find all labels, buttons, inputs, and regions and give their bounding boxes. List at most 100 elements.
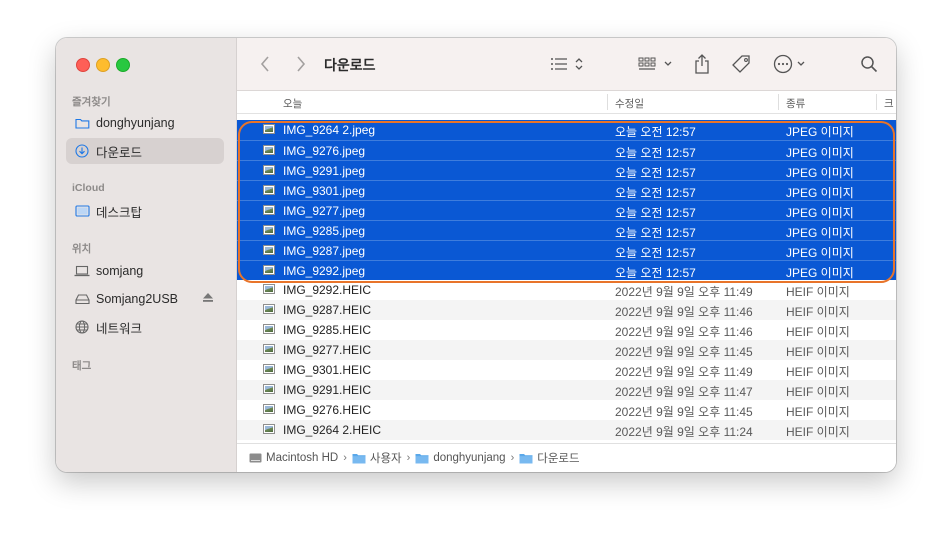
file-row[interactable]: IMG_9291.HEIC 2022년 9월 9일 오후 11:47 HEIF 이미… bbox=[237, 380, 896, 400]
chevron-right-icon: › bbox=[510, 452, 515, 464]
sidebar-item-downloads[interactable]: 다운로드 bbox=[66, 138, 224, 164]
file-date: 2022년 9월 9일 오후 11:45 bbox=[615, 405, 753, 419]
file-name: IMG_9264 2.HEIC bbox=[283, 423, 382, 437]
file-name: IMG_9264 2.jpeg bbox=[283, 123, 376, 137]
file-name: IMG_9291.jpeg bbox=[283, 164, 366, 178]
file-name: IMG_9291.HEIC bbox=[283, 383, 372, 397]
file-name: IMG_9301.HEIC bbox=[283, 363, 372, 377]
file-row[interactable]: IMG_9277.jpeg 오늘 오전 12:57 JPEG 이미지 bbox=[237, 200, 896, 220]
image-file-icon bbox=[263, 124, 275, 134]
file-row[interactable]: IMG_9276.HEIC 2022년 9월 9일 오후 11:45 HEIF 이미… bbox=[237, 400, 896, 420]
image-file-icon bbox=[263, 205, 275, 215]
share-icon[interactable] bbox=[693, 53, 711, 75]
file-row[interactable]: IMG_9264 2.HEIC 2022년 9월 9일 오후 11:24 HEIF … bbox=[237, 420, 896, 440]
file-name: IMG_9287.jpeg bbox=[283, 244, 366, 258]
chevron-right-icon: › bbox=[406, 452, 411, 464]
search-icon[interactable] bbox=[859, 53, 879, 75]
file-row[interactable]: IMG_9285.jpeg 오늘 오전 12:57 JPEG 이미지 bbox=[237, 220, 896, 240]
sidebar-item-label: 네트워크 bbox=[96, 321, 143, 336]
column-divider[interactable] bbox=[607, 94, 608, 110]
file-kind: HEIF 이미지 bbox=[786, 285, 850, 299]
column-header: 오늘 수정일 종류 크 bbox=[237, 91, 896, 114]
sidebar-item-label: 데스크탑 bbox=[96, 205, 143, 220]
file-date: 2022년 9월 9일 오후 11:24 bbox=[615, 425, 753, 439]
file-kind: HEIF 이미지 bbox=[786, 365, 850, 379]
file-kind: HEIF 이미지 bbox=[786, 305, 850, 319]
file-row[interactable]: IMG_9292.jpeg 오늘 오전 12:57 JPEG 이미지 bbox=[237, 260, 896, 280]
sidebar: 즐겨찾기 donghyunjang 다운로드 iCloud 데스크탑 위치 so… bbox=[56, 38, 237, 472]
file-row[interactable]: IMG_9292.HEIC 2022년 9월 9일 오후 11:49 HEIF 이미… bbox=[237, 280, 896, 300]
path-item-macintosh-hd[interactable]: Macintosh HD bbox=[249, 452, 338, 464]
file-date: 2022년 9월 9일 오후 11:45 bbox=[615, 345, 753, 359]
file-row[interactable]: IMG_9277.HEIC 2022년 9월 9일 오후 11:45 HEIF 이미… bbox=[237, 340, 896, 360]
file-row[interactable]: IMG_9287.HEIC 2022년 9월 9일 오후 11:46 HEIF 이미… bbox=[237, 300, 896, 320]
column-divider[interactable] bbox=[876, 94, 877, 110]
file-kind: HEIF 이미지 bbox=[786, 325, 850, 339]
window-title: 다운로드 bbox=[324, 57, 376, 73]
file-date: 오늘 오전 12:57 bbox=[615, 226, 696, 240]
chevron-left-icon[interactable] bbox=[257, 53, 273, 75]
network-icon bbox=[74, 319, 90, 335]
finder-window: 즐겨찾기 donghyunjang 다운로드 iCloud 데스크탑 위치 so… bbox=[56, 38, 896, 472]
grid-group-icon[interactable] bbox=[637, 53, 675, 75]
zoom-button[interactable] bbox=[116, 58, 130, 72]
file-kind: HEIF 이미지 bbox=[786, 385, 850, 399]
column-kind[interactable]: 종류 bbox=[786, 96, 805, 111]
sidebar-item-network[interactable]: 네트워크 bbox=[66, 314, 224, 340]
sidebar-item-somjang2usb[interactable]: Somjang2USB bbox=[66, 286, 224, 312]
sidebar-item-donghyunjang[interactable]: donghyunjang bbox=[66, 110, 224, 136]
icloud-header: iCloud bbox=[72, 182, 105, 194]
image-file-icon bbox=[263, 225, 275, 235]
image-file-icon bbox=[263, 185, 275, 195]
column-name[interactable]: 오늘 bbox=[283, 96, 302, 111]
image-file-icon bbox=[263, 324, 275, 334]
sidebar-item-somjang[interactable]: somjang bbox=[66, 258, 224, 284]
file-kind: JPEG 이미지 bbox=[786, 125, 854, 139]
file-kind: JPEG 이미지 bbox=[786, 186, 854, 200]
file-kind: HEIF 이미지 bbox=[786, 345, 850, 359]
chevron-right-icon[interactable] bbox=[293, 53, 309, 75]
file-row[interactable]: IMG_9276.jpeg 오늘 오전 12:57 JPEG 이미지 bbox=[237, 140, 896, 160]
column-divider[interactable] bbox=[778, 94, 779, 110]
image-file-icon bbox=[263, 404, 275, 414]
sidebar-item-label: somjang bbox=[96, 264, 144, 278]
minimize-button[interactable] bbox=[96, 58, 110, 72]
file-kind: JPEG 이미지 bbox=[786, 206, 854, 220]
folder-icon bbox=[352, 453, 366, 464]
folder-icon bbox=[519, 453, 533, 464]
ellipsis-circle-icon[interactable] bbox=[773, 53, 809, 75]
close-button[interactable] bbox=[76, 58, 90, 72]
path-item-label: 다운로드 bbox=[537, 453, 580, 465]
eject-icon[interactable] bbox=[202, 292, 214, 306]
image-file-icon bbox=[263, 145, 275, 155]
column-size[interactable]: 크 bbox=[884, 96, 894, 111]
download-icon bbox=[74, 143, 90, 159]
file-row[interactable]: IMG_9291.jpeg 오늘 오전 12:57 JPEG 이미지 bbox=[237, 160, 896, 180]
path-item-donghyunjang[interactable]: donghyunjang bbox=[415, 452, 506, 464]
file-date: 오늘 오전 12:57 bbox=[615, 125, 696, 139]
list-view-icon[interactable] bbox=[549, 53, 587, 75]
file-date: 오늘 오전 12:57 bbox=[615, 266, 696, 280]
file-row[interactable]: IMG_9301.HEIC 2022년 9월 9일 오후 11:49 HEIF 이미… bbox=[237, 360, 896, 380]
file-date: 오늘 오전 12:57 bbox=[615, 246, 696, 260]
sidebar-item-desktop[interactable]: 데스크탑 bbox=[66, 198, 224, 224]
file-kind: JPEG 이미지 bbox=[786, 146, 854, 160]
chevron-right-icon: › bbox=[343, 452, 347, 464]
sidebar-item-label: Somjang2USB bbox=[96, 292, 178, 306]
file-row[interactable]: IMG_9264 2.jpeg 오늘 오전 12:57 JPEG 이미지 bbox=[237, 120, 896, 140]
sidebar-item-label: donghyunjang bbox=[96, 116, 175, 130]
file-date: 2022년 9월 9일 오후 11:46 bbox=[615, 325, 753, 339]
file-row[interactable]: IMG_9287.jpeg 오늘 오전 12:57 JPEG 이미지 bbox=[237, 240, 896, 260]
file-name: IMG_9287.HEIC bbox=[283, 303, 372, 317]
image-file-icon bbox=[263, 384, 275, 394]
file-date: 2022년 9월 9일 오후 11:49 bbox=[615, 365, 753, 379]
file-date: 2022년 9월 9일 오후 11:46 bbox=[615, 305, 753, 319]
column-date[interactable]: 수정일 bbox=[615, 96, 644, 111]
path-item-users[interactable]: 사용자 bbox=[352, 450, 402, 466]
favorites-header: 즐겨찾기 bbox=[72, 96, 111, 108]
tag-icon[interactable] bbox=[731, 53, 753, 75]
file-row[interactable]: IMG_9285.HEIC 2022년 9월 9일 오후 11:46 HEIF 이미… bbox=[237, 320, 896, 340]
file-row[interactable]: IMG_9301.jpeg 오늘 오전 12:57 JPEG 이미지 bbox=[237, 180, 896, 200]
desktop-icon bbox=[74, 203, 90, 219]
path-item-downloads[interactable]: 다운로드 bbox=[519, 450, 580, 466]
